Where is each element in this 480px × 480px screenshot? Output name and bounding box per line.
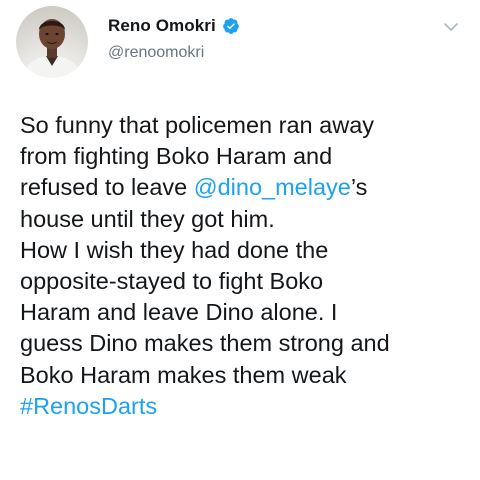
- chevron-down-icon[interactable]: [442, 18, 460, 36]
- mention-link[interactable]: @dino_melaye: [194, 174, 351, 200]
- tweet-line: How I wish they had done the: [20, 236, 329, 263]
- tweet-line: opposite-stayed to fight Boko: [20, 268, 324, 295]
- user-handle[interactable]: @renoomokri: [108, 44, 204, 62]
- tweet-card: Reno Omokri @renoomokri So funny that po…: [0, 0, 480, 480]
- tweet-line: refused to leave @dino_melaye’s: [20, 172, 470, 203]
- author-name-row[interactable]: Reno Omokri: [108, 16, 240, 36]
- tweet-text-segment: refused to leave: [20, 174, 194, 201]
- display-name[interactable]: Reno Omokri: [108, 16, 216, 36]
- tweet-line: Boko Haram makes them weak: [20, 361, 347, 388]
- tweet-line: Haram and leave Dino alone. I: [20, 299, 338, 326]
- avatar[interactable]: [16, 6, 88, 78]
- tweet-line: from fighting Boko Haram and: [20, 143, 333, 170]
- tweet-line: house until they got him.: [20, 205, 275, 232]
- hashtag-link[interactable]: #RenosDarts: [20, 391, 470, 422]
- tweet-line: So funny that policemen ran away: [20, 112, 375, 138]
- tweet-text-segment: ’s: [350, 174, 368, 201]
- tweet-text: So funny that policemen ran away from fi…: [20, 110, 470, 422]
- tweet-line: guess Dino makes them strong and: [20, 330, 390, 357]
- verified-badge-icon: [222, 17, 240, 35]
